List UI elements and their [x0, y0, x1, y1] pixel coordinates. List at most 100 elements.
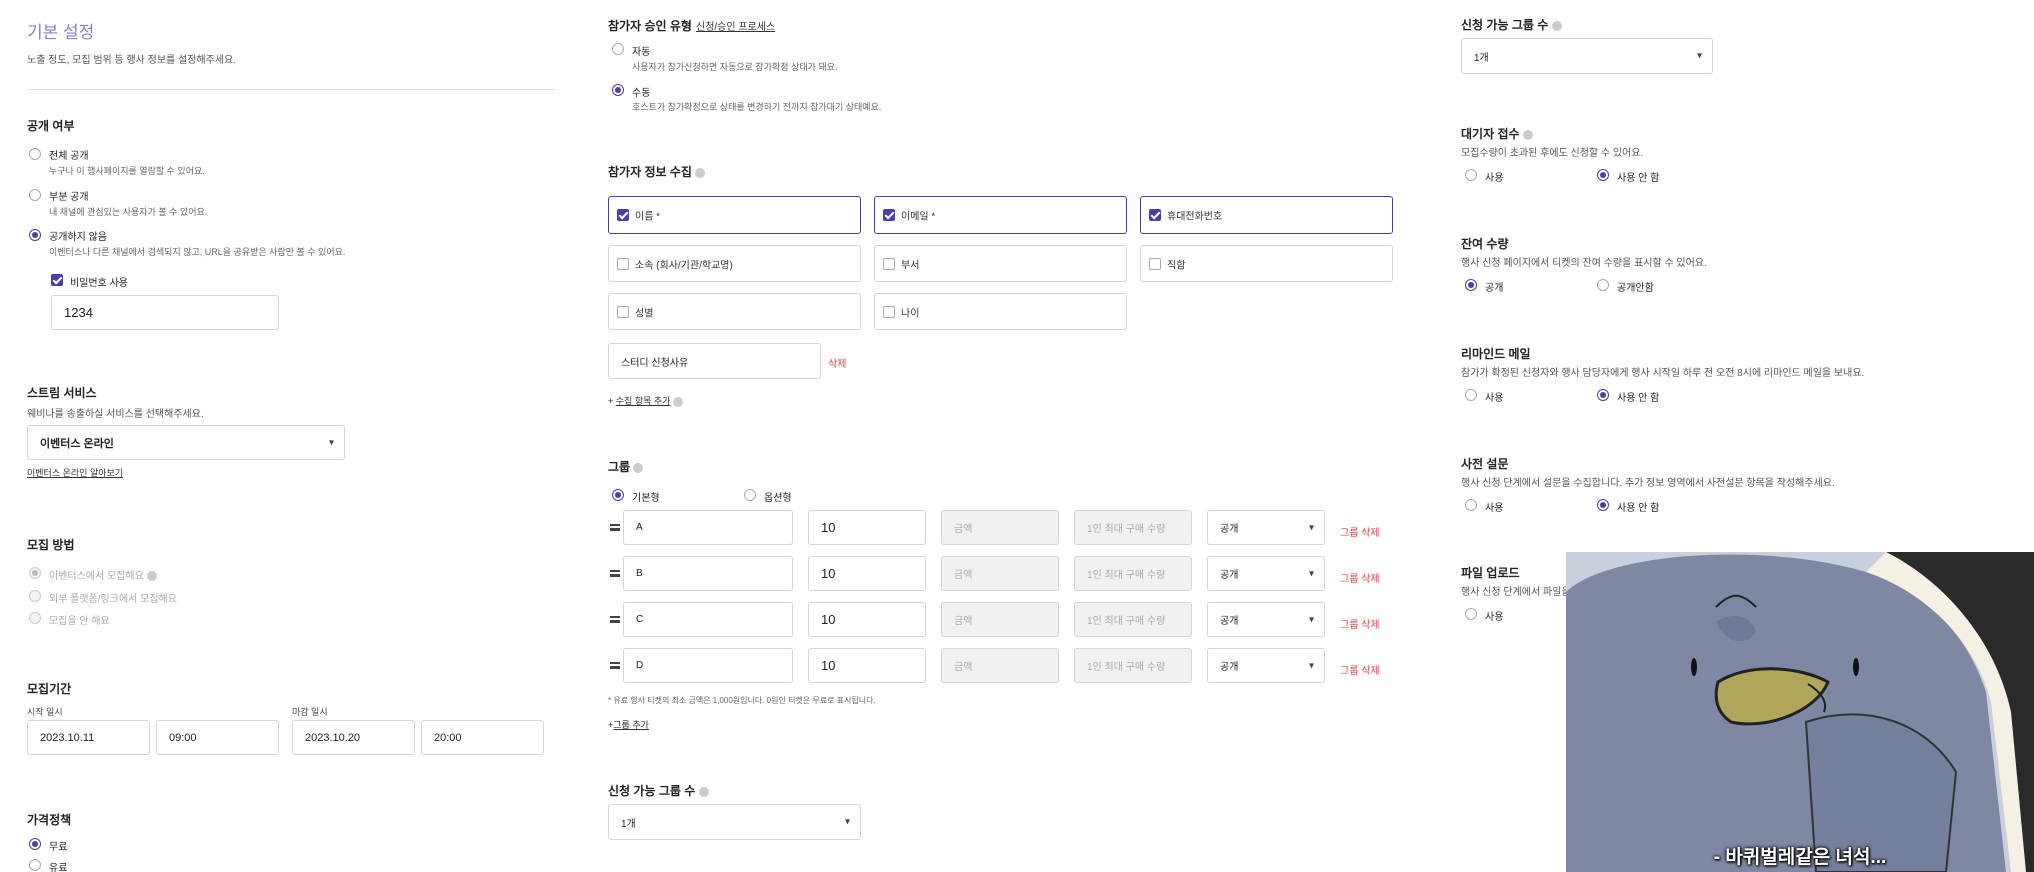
- info-icon: [1522, 129, 1533, 140]
- info-field-checkbox[interactable]: [883, 209, 895, 221]
- start-date-input[interactable]: 2023.10.11: [27, 720, 150, 755]
- drag-handle-icon[interactable]: [610, 662, 620, 669]
- group-count-select[interactable]: 1개: [1461, 38, 1713, 74]
- group-delete-button[interactable]: 그룹 삭제: [1340, 616, 1380, 631]
- add-group[interactable]: +그룹 추가: [608, 718, 649, 731]
- reminder-radio-none[interactable]: [1597, 389, 1609, 401]
- price-radio-free[interactable]: [29, 838, 41, 850]
- group-visibility-select[interactable]: 공개: [1207, 648, 1325, 683]
- group-visibility-select[interactable]: 공개: [1207, 602, 1325, 637]
- group-visibility-select[interactable]: 공개: [1207, 510, 1325, 545]
- price-radio-paid[interactable]: [29, 859, 41, 871]
- overlay-caption: - 바퀴벌레같은 녀석...: [1713, 847, 1887, 868]
- approval-label: 수동: [632, 88, 651, 99]
- recruit-radio-eventus[interactable]: [29, 567, 41, 579]
- end-date-input[interactable]: 2023.10.20: [292, 720, 415, 755]
- group-max-input[interactable]: 1인 최대 구매 수량: [1074, 602, 1192, 637]
- divider: [27, 89, 555, 90]
- info-field-title[interactable]: 직함: [1140, 245, 1393, 282]
- visibility-radio-public[interactable]: [29, 148, 41, 160]
- info-icon: [146, 571, 157, 582]
- info-icon: [672, 396, 683, 407]
- info-field-gender[interactable]: 성별: [608, 293, 861, 330]
- remaining-radio-public[interactable]: [1465, 279, 1477, 291]
- group-name-input[interactable]: A: [623, 510, 793, 545]
- recruit-radio-none[interactable]: [29, 612, 41, 624]
- add-info-field[interactable]: + 수집 항목 추가: [608, 394, 683, 407]
- option-label: 사용: [1485, 503, 1504, 514]
- group-max-input[interactable]: 1인 최대 구매 수량: [1074, 648, 1192, 683]
- price-label: 유료: [49, 863, 68, 872]
- stream-select[interactable]: 이벤터스 온라인: [27, 425, 345, 460]
- custom-field-delete[interactable]: 삭제: [828, 355, 846, 370]
- remaining-title: 잔여 수량: [1461, 237, 1509, 251]
- cartoon-bird-image: [1566, 552, 2034, 872]
- reminder-radio-use[interactable]: [1465, 389, 1477, 401]
- info-field-checkbox[interactable]: [1149, 257, 1161, 270]
- group-delete-button[interactable]: 그룹 삭제: [1340, 524, 1380, 539]
- recruit-label: 이벤터스에서 모집해요: [49, 567, 157, 582]
- drag-handle-icon[interactable]: [610, 570, 620, 577]
- drag-handle-icon[interactable]: [610, 524, 620, 531]
- waitlist-radio-none[interactable]: [1597, 169, 1609, 181]
- password-checkbox[interactable]: [51, 274, 63, 286]
- end-time-input[interactable]: 20:00: [421, 720, 544, 755]
- group-price-input[interactable]: 금액: [941, 602, 1059, 637]
- group-delete-button[interactable]: 그룹 삭제: [1340, 570, 1380, 585]
- group-max-input[interactable]: 1인 최대 구매 수량: [1074, 510, 1192, 545]
- group-type-radio-option[interactable]: [744, 489, 756, 501]
- reminder-desc: 참가가 확정된 신청자와 행사 담당자에게 행사 시작일 하루 전 오전 8시에…: [1461, 368, 1865, 379]
- group-price-input[interactable]: 금액: [941, 510, 1059, 545]
- start-time-input[interactable]: 09:00: [156, 720, 279, 755]
- info-field-age[interactable]: 나이: [874, 293, 1127, 330]
- info-icon: [698, 786, 709, 797]
- drag-handle-icon[interactable]: [610, 616, 620, 623]
- upload-radio-use[interactable]: [1465, 608, 1477, 620]
- approval-process-link[interactable]: 신청/승인 프로세스: [696, 18, 775, 33]
- option-label: 사용: [1485, 393, 1504, 404]
- group-max-input[interactable]: 1인 최대 구매 수량: [1074, 556, 1192, 591]
- group-name-input[interactable]: B: [623, 556, 793, 591]
- info-field-name[interactable]: 이름 *: [608, 196, 861, 234]
- group-qty-input[interactable]: 10: [808, 648, 926, 683]
- info-field-phone[interactable]: 휴대전화번호: [1140, 196, 1393, 234]
- visibility-label: 전체 공개: [49, 151, 89, 162]
- stream-desc: 웨비나를 송출하실 서비스를 선택해주세요.: [27, 409, 204, 420]
- info-field-affiliation[interactable]: 소속 (회사/기관/학교명): [608, 245, 861, 282]
- group-name-input[interactable]: C: [623, 602, 793, 637]
- visibility-radio-partial[interactable]: [29, 189, 41, 201]
- group-delete-button[interactable]: 그룹 삭제: [1340, 662, 1380, 677]
- info-field-checkbox[interactable]: [617, 305, 629, 318]
- info-field-checkbox[interactable]: [883, 257, 895, 270]
- info-field-checkbox[interactable]: [1149, 209, 1161, 221]
- recruit-radio-external[interactable]: [29, 590, 41, 602]
- group-type-radio-basic[interactable]: [612, 489, 624, 501]
- approval-radio-auto[interactable]: [612, 43, 624, 55]
- info-field-department[interactable]: 부서: [874, 245, 1127, 282]
- survey-radio-none[interactable]: [1597, 499, 1609, 511]
- info-field-checkbox[interactable]: [617, 257, 629, 270]
- group-qty-input[interactable]: 10: [808, 602, 926, 637]
- remaining-radio-hidden[interactable]: [1597, 279, 1609, 291]
- group-qty-input[interactable]: 10: [808, 510, 926, 545]
- visibility-radio-private[interactable]: [29, 229, 41, 241]
- approval-radio-manual[interactable]: [612, 84, 624, 96]
- custom-field-input[interactable]: 스터디 신청사유: [608, 343, 821, 379]
- stream-link[interactable]: 이벤터스 온라인 알아보기: [27, 466, 123, 479]
- group-name-input[interactable]: D: [623, 648, 793, 683]
- upload-desc: 행사 신청 단계에서 파일을: [1461, 587, 1571, 598]
- reminder-title: 리마인드 메일: [1461, 347, 1531, 361]
- survey-radio-use[interactable]: [1465, 499, 1477, 511]
- group-price-input[interactable]: 금액: [941, 556, 1059, 591]
- recruit-label: 모집을 안 해요: [49, 616, 110, 627]
- group-price-input[interactable]: 금액: [941, 648, 1059, 683]
- waitlist-radio-use[interactable]: [1465, 169, 1477, 181]
- group-qty-input[interactable]: 10: [808, 556, 926, 591]
- info-field-checkbox[interactable]: [883, 305, 895, 318]
- info-field-email[interactable]: 이메일 *: [874, 196, 1127, 234]
- group-visibility-select[interactable]: 공개: [1207, 556, 1325, 591]
- mid-group-count-select[interactable]: 1개: [608, 804, 861, 840]
- password-input[interactable]: 1234: [51, 295, 279, 330]
- info-field-checkbox[interactable]: [617, 209, 629, 221]
- visibility-desc: 내 채널에 관심있는 사용자가 볼 수 있어요.: [49, 207, 208, 217]
